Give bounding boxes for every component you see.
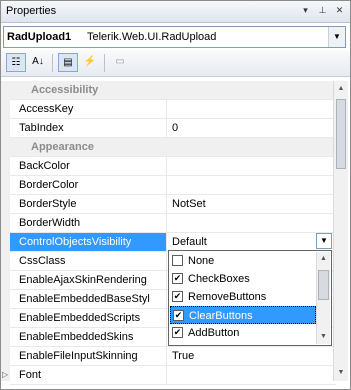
dropdown-option[interactable]: None [170, 252, 316, 270]
dropdown-option[interactable]: ✔ RemoveButtons [170, 288, 316, 306]
category-row[interactable]: ◢ Appearance [10, 138, 336, 157]
property-name: EnableEmbeddedSkins [10, 328, 167, 347]
scroll-thumb[interactable] [318, 270, 329, 300]
property-row[interactable]: Font [10, 366, 336, 385]
categorized-icon[interactable]: ☷ [6, 53, 26, 72]
property-row[interactable]: BorderColor [10, 176, 336, 195]
category-label: Accessibility [10, 81, 336, 100]
property-name: BorderStyle [10, 195, 167, 214]
property-value[interactable]: True [167, 347, 336, 366]
option-label: ClearButtons [189, 310, 253, 322]
scroll-up-icon[interactable]: ▲ [334, 81, 348, 97]
property-name: AccessKey [10, 100, 167, 119]
option-label: RemoveButtons [188, 291, 267, 303]
dropdown-option[interactable]: ✔ AddButton [170, 324, 316, 342]
property-pages-icon[interactable]: ▭ [110, 53, 130, 72]
close-icon[interactable]: ✕ [332, 3, 347, 18]
property-name: BackColor [10, 157, 167, 176]
toolbar-divider [104, 54, 105, 72]
property-value[interactable] [167, 366, 336, 385]
property-name: CssClass [10, 252, 167, 271]
checkbox[interactable] [172, 255, 183, 266]
properties-icon[interactable]: ▤ [58, 53, 78, 72]
scroll-thumb[interactable] [336, 99, 346, 169]
object-type: Telerik.Web.UI.RadUpload [87, 31, 217, 43]
object-selector[interactable]: RadUpload1 Telerik.Web.UI.RadUpload ▼ [3, 26, 346, 48]
category-label: Appearance [10, 138, 336, 157]
property-row[interactable]: BackColor [10, 157, 336, 176]
grid-scrollbar[interactable]: ▲ ▼ [333, 81, 348, 381]
property-name: Font [10, 366, 167, 385]
dropdown-option-selected[interactable]: ✔ ClearButtons [170, 306, 316, 324]
property-value[interactable]: NotSet [167, 195, 336, 214]
lightning-icon[interactable]: ⚡ [80, 53, 100, 72]
property-value[interactable]: 0 [167, 119, 336, 138]
dropdown-scrollbar[interactable]: ▲ ▼ [316, 252, 330, 344]
property-name: ControlObjectsVisibility [10, 233, 167, 252]
property-row[interactable]: EnableFileInputSkinning True [10, 347, 336, 366]
option-label: AddButton [188, 327, 240, 339]
title-bar: Properties ▾ ⊥ ✕ [1, 1, 350, 23]
option-label: None [188, 255, 215, 267]
category-row[interactable]: ◢ Accessibility [10, 81, 336, 100]
property-value[interactable] [167, 100, 336, 119]
option-label: CheckBoxes [188, 273, 250, 285]
property-name: TabIndex [10, 119, 167, 138]
property-row[interactable]: TabIndex 0 [10, 119, 336, 138]
window-position-button[interactable]: ▾ [298, 3, 313, 18]
grid-margin [1, 81, 10, 381]
alphabetical-icon[interactable]: A↓ [28, 53, 48, 72]
dropdown-button[interactable]: ▼ [316, 233, 332, 249]
property-name: EnableAjaxSkinRendering [10, 271, 167, 290]
property-row[interactable]: BorderWidth [10, 214, 336, 233]
property-name: EnableFileInputSkinning [10, 347, 167, 366]
toolbar-divider [52, 54, 53, 72]
checkbox-checked[interactable]: ✔ [172, 291, 183, 302]
object-name: RadUpload1 [7, 31, 72, 43]
properties-toolbar: ☷ A↓ ▤ ⚡ ▭ [1, 50, 350, 77]
property-name: EnableEmbeddedScripts [10, 309, 167, 328]
property-row[interactable]: AccessKey [10, 100, 336, 119]
expand-icon[interactable]: ▷ [2, 370, 8, 379]
property-name: BorderWidth [10, 214, 167, 233]
pin-icon[interactable]: ⊥ [315, 3, 330, 18]
property-row[interactable]: BorderStyle NotSet [10, 195, 336, 214]
property-name: BorderColor [10, 176, 167, 195]
chevron-down-icon[interactable]: ▼ [328, 27, 345, 47]
property-value[interactable] [167, 176, 336, 195]
properties-window: Properties ▾ ⊥ ✕ RadUpload1 Telerik.Web.… [0, 0, 351, 390]
scroll-down-icon[interactable]: ▼ [317, 330, 330, 344]
visibility-dropdown: None ✔ CheckBoxes ✔ RemoveButtons ✔ Clea… [168, 250, 332, 346]
checkbox-checked[interactable]: ✔ [173, 310, 184, 321]
property-value[interactable] [167, 157, 336, 176]
scroll-down-icon[interactable]: ▼ [334, 365, 348, 381]
checkbox-checked[interactable]: ✔ [172, 273, 183, 284]
property-name: EnableEmbeddedBaseStyl [10, 290, 167, 309]
checkbox-checked[interactable]: ✔ [172, 327, 183, 338]
property-value[interactable] [167, 214, 336, 233]
window-title: Properties [6, 5, 57, 17]
scroll-up-icon[interactable]: ▲ [317, 252, 330, 266]
dropdown-option[interactable]: ✔ CheckBoxes [170, 270, 316, 288]
